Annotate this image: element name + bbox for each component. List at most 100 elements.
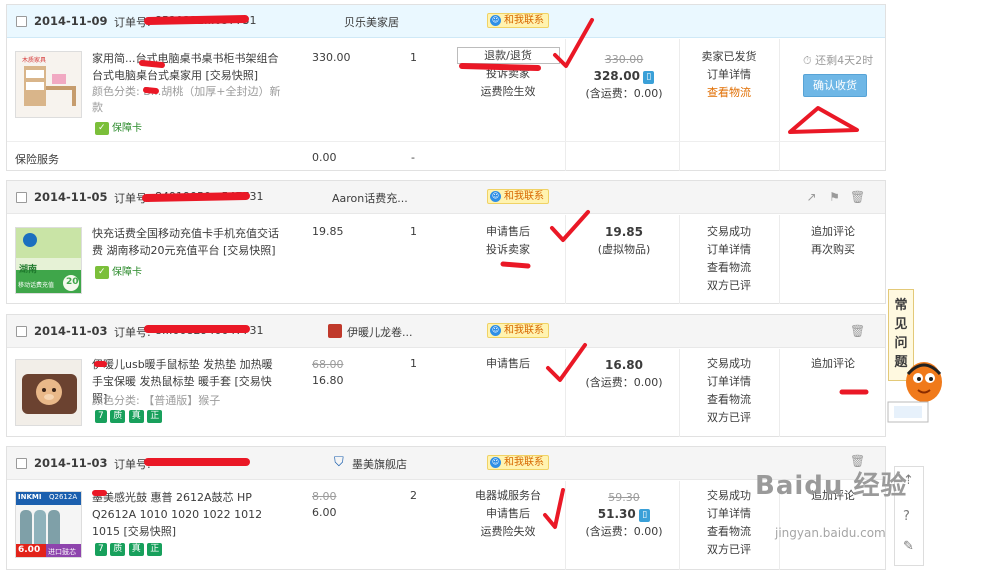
- contact-seller-button[interactable]: ☺ 和我联系: [487, 189, 549, 204]
- faq-tab[interactable]: 常 见 问 题: [888, 289, 914, 381]
- order-header: 2014-11-03 订单号: 8...0082940047731 伊暖儿龙卷.…: [7, 315, 885, 348]
- product-thumbnail-mousepad[interactable]: [15, 359, 82, 426]
- service-desk-link[interactable]: 电器城服务台: [475, 489, 541, 502]
- contact-label: 和我联系: [504, 15, 544, 26]
- order-date: 2014-11-03: [34, 456, 108, 470]
- order-date: 2014-11-09: [34, 14, 108, 28]
- order-actions: 申请售后 投诉卖家: [447, 223, 569, 259]
- share-icon[interactable]: ↗: [805, 191, 818, 204]
- order-card: 2014-11-03 订单号: 84...5777731 ⛉ 墨美旗舰店 ☺ 和我…: [6, 446, 886, 570]
- order-details-link[interactable]: 订单详情: [707, 375, 751, 388]
- help-icon[interactable]: ?: [903, 509, 910, 524]
- order-number: 8520332...057731: [155, 14, 257, 27]
- product-title-link[interactable]: 墨美感光鼓 惠普 2612A鼓芯 HP Q2612A 1010 1020 102…: [92, 489, 276, 540]
- contact-seller-button[interactable]: ☺ 和我联系: [487, 455, 549, 470]
- contact-seller-button[interactable]: ☺ 和我联系: [487, 13, 549, 28]
- phone-icon: ▯: [639, 508, 651, 522]
- shipping-insurance-link[interactable]: 运费险失效: [481, 525, 536, 538]
- quantity: 1: [410, 225, 417, 238]
- order-total: 19.85 (虚拟物品): [567, 224, 681, 258]
- wangwang-icon: ☺: [490, 325, 501, 336]
- order-card: 2014-11-09 订单号: 8520332...057731 贝乐美家居 ☺…: [6, 4, 886, 171]
- after-sales-link[interactable]: 申请售后: [486, 225, 530, 238]
- review-status-link[interactable]: 双方已评: [707, 543, 751, 556]
- append-review-link[interactable]: 追加评论: [811, 225, 855, 238]
- order-total: 59.30 51.30 ▯ (含运费：0.00): [567, 489, 681, 540]
- order-checkbox[interactable]: [16, 192, 27, 203]
- flag-icon[interactable]: ⚑: [828, 191, 841, 204]
- status-text: 交易成功: [707, 357, 751, 370]
- product-thumbnail-desk[interactable]: 木质家具: [15, 51, 82, 118]
- review-status-link[interactable]: 双方已评: [707, 411, 751, 424]
- genuine-tag: 真: [128, 409, 144, 423]
- complain-seller-link[interactable]: 投诉卖家: [486, 67, 530, 80]
- view-logistics-link[interactable]: 查看物流: [707, 261, 751, 274]
- thumb-tagline: 进口鼓芯: [48, 548, 76, 556]
- shop-name[interactable]: 墨美旗舰店: [352, 456, 407, 472]
- total-original: 330.00: [604, 53, 644, 66]
- buy-again-link[interactable]: 再次购买: [811, 243, 855, 256]
- order-details-link[interactable]: 订单详情: [707, 68, 751, 81]
- refund-button[interactable]: 退款/退货: [456, 47, 560, 64]
- insurance-service-label: 保险服务: [15, 153, 59, 166]
- order-checkbox[interactable]: [16, 326, 27, 337]
- contact-label: 和我联系: [504, 325, 544, 336]
- service-tags: 7 质 真 正: [95, 409, 163, 423]
- order-number-label: 订单号:: [114, 192, 151, 205]
- order-details-link[interactable]: 订单详情: [707, 243, 751, 256]
- order-card: 2014-11-03 订单号: 8...0082940047731 伊暖儿龙卷.…: [6, 314, 886, 437]
- shipping-note: (含运费：0.00): [585, 376, 663, 389]
- order-actions: 电器城服务台 申请售后 运费险失效: [447, 487, 569, 541]
- order-status: 卖家已发货 订单详情 查看物流: [679, 48, 779, 102]
- view-logistics-link[interactable]: 查看物流: [707, 393, 751, 406]
- product-thumbnail-drum[interactable]: INKMI Q2612A 6.00 进口鼓芯: [15, 491, 82, 558]
- product-thumbnail-recharge[interactable]: 湖南 移动话费充值 20: [15, 227, 82, 294]
- countdown: ⏱ 还剩4天2时: [803, 54, 874, 67]
- virtual-note: (虚拟物品): [597, 243, 651, 256]
- product-title-link[interactable]: 快充话费全国移动充值卡手机充值交话费 湖南移动20元充值平台 [交易快照]: [92, 225, 280, 259]
- unit-price-original: 68.00: [312, 358, 344, 371]
- product-title-link[interactable]: 家用简...台式电脑桌书桌书柜书架组合 台式电脑桌台式桌家用 [交易快照]: [92, 50, 280, 84]
- trash-icon[interactable]: 🗑: [850, 191, 865, 204]
- unit-price: 330.00: [312, 51, 351, 64]
- total-paid: 328.00: [593, 69, 640, 83]
- edit-icon[interactable]: ✎: [903, 539, 914, 554]
- order-details-link[interactable]: 订单详情: [707, 507, 751, 520]
- quantity: 1: [410, 357, 417, 370]
- complain-seller-link[interactable]: 投诉卖家: [486, 243, 530, 256]
- view-logistics-link[interactable]: 查看物流: [707, 86, 751, 99]
- shop-name[interactable]: 伊暖儿龙卷...: [347, 324, 413, 340]
- service-tags: 7 质 真 正: [95, 542, 163, 556]
- insurance-price: 0.00: [312, 151, 337, 164]
- total-paid: 16.80: [605, 358, 643, 372]
- order-total: 330.00 328.00 ▯ (含运费：0.00): [567, 51, 681, 102]
- baidu-watermark-url: jingyan.baidu.com: [775, 526, 886, 540]
- insurance-card-badge[interactable]: ✓ 保障卡: [95, 119, 142, 135]
- order-checkbox[interactable]: [16, 16, 27, 27]
- append-review-link[interactable]: 追加评论: [811, 357, 855, 370]
- shipping-insurance-link[interactable]: 运费险生效: [481, 85, 536, 98]
- after-sales-link[interactable]: 申请售后: [486, 507, 530, 520]
- order-checkbox[interactable]: [16, 458, 27, 469]
- order-actions: 退款/退货 投诉卖家 运费险生效: [447, 47, 569, 101]
- shop-name[interactable]: 贝乐美家居: [344, 14, 399, 30]
- shop-logo-icon: [328, 324, 342, 338]
- trash-icon[interactable]: 🗑: [850, 325, 865, 338]
- after-sales-link[interactable]: 申请售后: [486, 357, 530, 370]
- unit-price-current: 16.80: [312, 374, 344, 387]
- thumb-price: 6.00: [18, 545, 41, 555]
- status-text: 交易成功: [707, 225, 751, 238]
- order-number: 84919050...547731: [155, 190, 264, 203]
- insurance-qty: -: [411, 151, 415, 164]
- insurance-card-badge[interactable]: ✓ 保障卡: [95, 263, 142, 279]
- product-variant: 颜色分类: B...胡桃（加厚+全封边）新款: [92, 85, 281, 114]
- insurance-card-icon: ✓: [95, 121, 109, 135]
- contact-seller-button[interactable]: ☺ 和我联系: [487, 323, 549, 338]
- order-date: 2014-11-05: [34, 190, 108, 204]
- confirm-receipt-button[interactable]: 确认收货: [803, 74, 867, 97]
- view-logistics-link[interactable]: 查看物流: [707, 525, 751, 538]
- wangwang-icon: ☺: [490, 457, 501, 468]
- review-status-link[interactable]: 双方已评: [707, 279, 751, 292]
- thumb-model: Q2612A: [49, 493, 78, 501]
- shop-name[interactable]: Aaron话费充...: [332, 190, 408, 206]
